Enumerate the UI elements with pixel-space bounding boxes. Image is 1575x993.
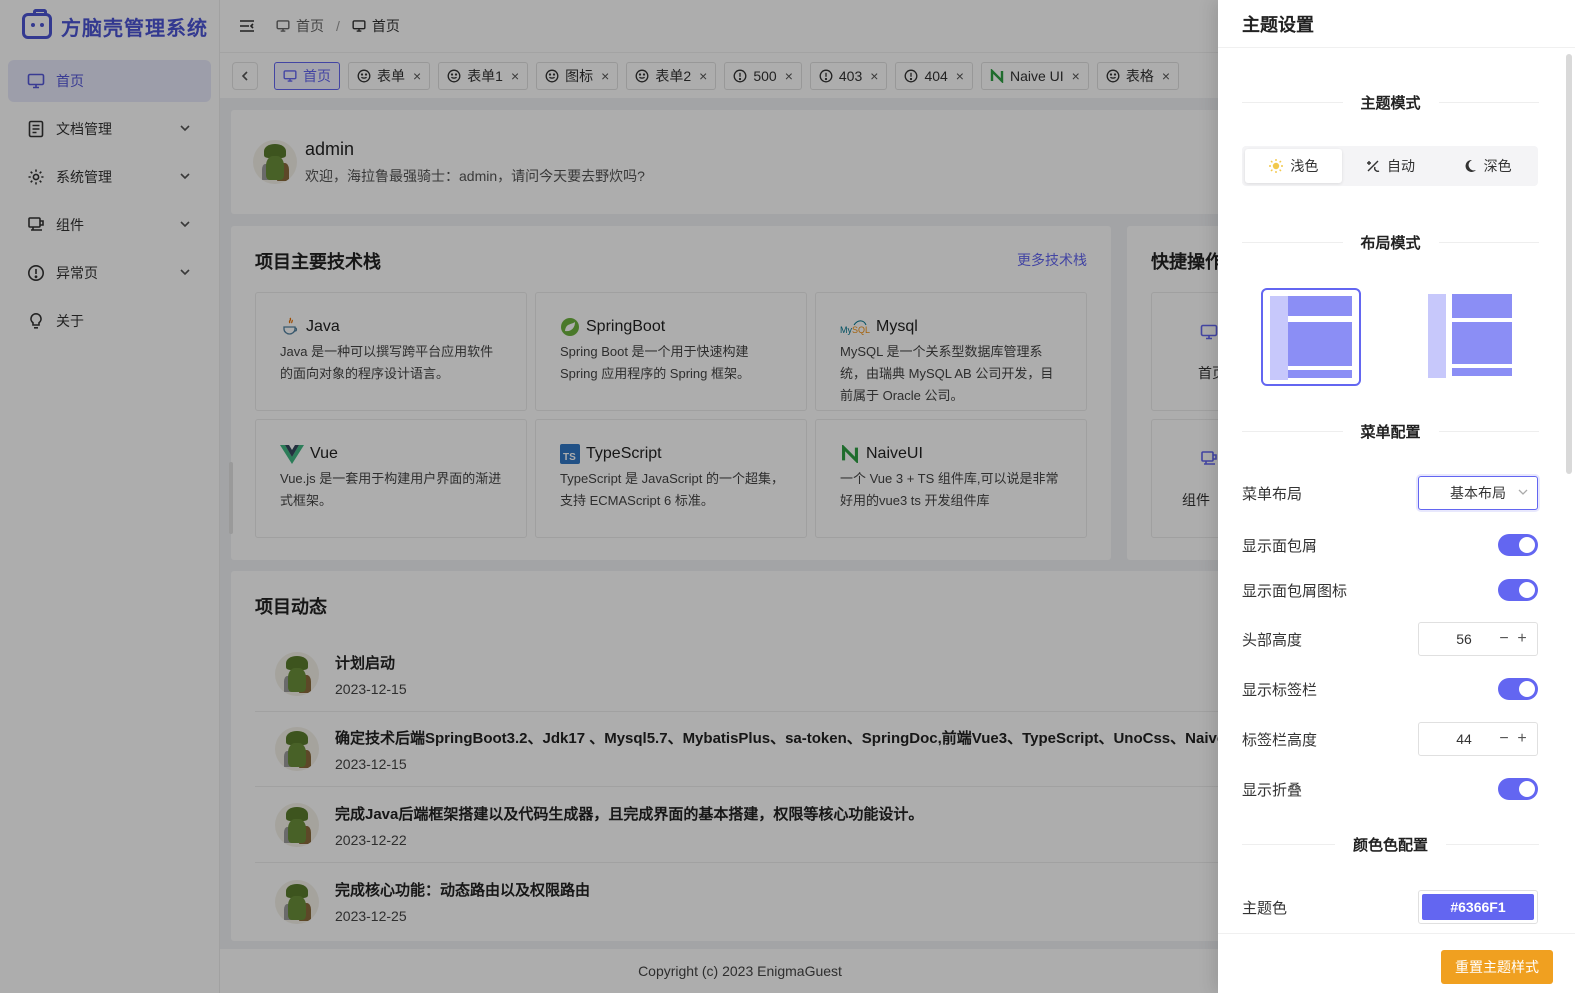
moon-icon	[1462, 158, 1478, 174]
header-height-label: 头部高度	[1242, 631, 1303, 649]
show-tabs-row: 显示标签栏	[1242, 671, 1538, 707]
auto-theme-icon	[1365, 158, 1381, 174]
chevron-down-icon	[1518, 489, 1528, 495]
header-height-row: 头部高度 56 − +	[1242, 621, 1538, 657]
theme-option-label: 自动	[1387, 158, 1415, 174]
show-breadcrumb-icon-toggle[interactable]	[1498, 579, 1538, 601]
primary-color-row: 主题色 #6366F1	[1242, 889, 1538, 925]
layout-preview-sidebar	[1270, 296, 1288, 380]
minus-icon[interactable]: −	[1495, 730, 1513, 748]
layout-preview-sidebar	[1428, 294, 1446, 378]
show-breadcrumb-toggle[interactable]	[1498, 534, 1538, 556]
layout-option-sidebar[interactable]	[1261, 288, 1361, 386]
drawer-scrollbar[interactable]	[1566, 54, 1572, 474]
theme-mode-switcher: 浅色 自动 深色	[1242, 146, 1538, 186]
color-config-heading: 颜色色配置	[1353, 837, 1429, 854]
layout-option-mixed[interactable]	[1426, 288, 1526, 386]
theme-auto-button[interactable]: 自动	[1342, 149, 1439, 183]
theme-light-button[interactable]: 浅色	[1245, 149, 1342, 183]
show-breadcrumb-icon-row: 显示面包屑图标	[1242, 572, 1538, 608]
layout-preview-footer	[1288, 370, 1352, 378]
sun-icon	[1268, 158, 1284, 174]
show-collapse-row: 显示折叠	[1242, 771, 1538, 807]
menu-layout-label: 菜单布局	[1242, 485, 1303, 503]
layout-preview-content	[1288, 322, 1352, 366]
section-divider: 颜色色配置	[1242, 834, 1539, 855]
tabs-height-stepper[interactable]: 44 − +	[1418, 722, 1538, 756]
primary-color-picker[interactable]: #6366F1	[1418, 890, 1538, 924]
show-breadcrumb-row: 显示面包屑	[1242, 527, 1538, 563]
layout-preview-content	[1452, 322, 1512, 364]
primary-color-value: #6366F1	[1422, 894, 1534, 920]
show-collapse-toggle[interactable]	[1498, 778, 1538, 800]
header-height-value[interactable]: 56	[1419, 631, 1495, 647]
primary-color-label: 主题色	[1242, 899, 1288, 917]
menu-layout-row: 菜单布局 基本布局	[1242, 475, 1538, 511]
show-breadcrumb-label: 显示面包屑	[1242, 537, 1318, 555]
menu-layout-value: 基本布局	[1450, 485, 1506, 501]
show-collapse-label: 显示折叠	[1242, 781, 1303, 799]
layout-preview-header	[1288, 296, 1352, 316]
drawer-footer: 重置主题样式	[1218, 933, 1575, 993]
plus-icon[interactable]: +	[1513, 730, 1531, 748]
plus-icon[interactable]: +	[1513, 630, 1531, 648]
theme-settings-drawer: 主题设置 主题模式 浅色 自动 深色 布局模式 菜单配置 菜单布局 基本布局 显…	[1218, 0, 1575, 993]
tabs-height-label: 标签栏高度	[1242, 731, 1318, 749]
theme-option-label: 浅色	[1290, 158, 1319, 174]
tabs-height-value[interactable]: 44	[1419, 731, 1495, 747]
reset-theme-button[interactable]: 重置主题样式	[1441, 950, 1553, 984]
layout-mode-heading: 布局模式	[1360, 235, 1421, 252]
drawer-title: 主题设置	[1218, 0, 1575, 48]
show-breadcrumb-icon-label: 显示面包屑图标	[1242, 582, 1348, 600]
section-divider: 菜单配置	[1242, 421, 1539, 442]
theme-option-label: 深色	[1483, 158, 1512, 174]
layout-preview-footer	[1452, 368, 1512, 376]
minus-icon[interactable]: −	[1495, 630, 1513, 648]
page-scrollbar[interactable]	[229, 462, 233, 534]
theme-dark-button[interactable]: 深色	[1438, 149, 1535, 183]
theme-mode-heading: 主题模式	[1360, 95, 1421, 112]
section-divider: 布局模式	[1242, 232, 1539, 253]
menu-layout-select[interactable]: 基本布局	[1418, 476, 1538, 510]
show-tabs-label: 显示标签栏	[1242, 681, 1318, 699]
layout-preview-header	[1452, 294, 1512, 318]
section-divider: 主题模式	[1242, 92, 1539, 113]
tabs-height-row: 标签栏高度 44 − +	[1242, 721, 1538, 757]
show-tabs-toggle[interactable]	[1498, 678, 1538, 700]
menu-config-heading: 菜单配置	[1360, 424, 1421, 441]
header-height-stepper[interactable]: 56 − +	[1418, 622, 1538, 656]
